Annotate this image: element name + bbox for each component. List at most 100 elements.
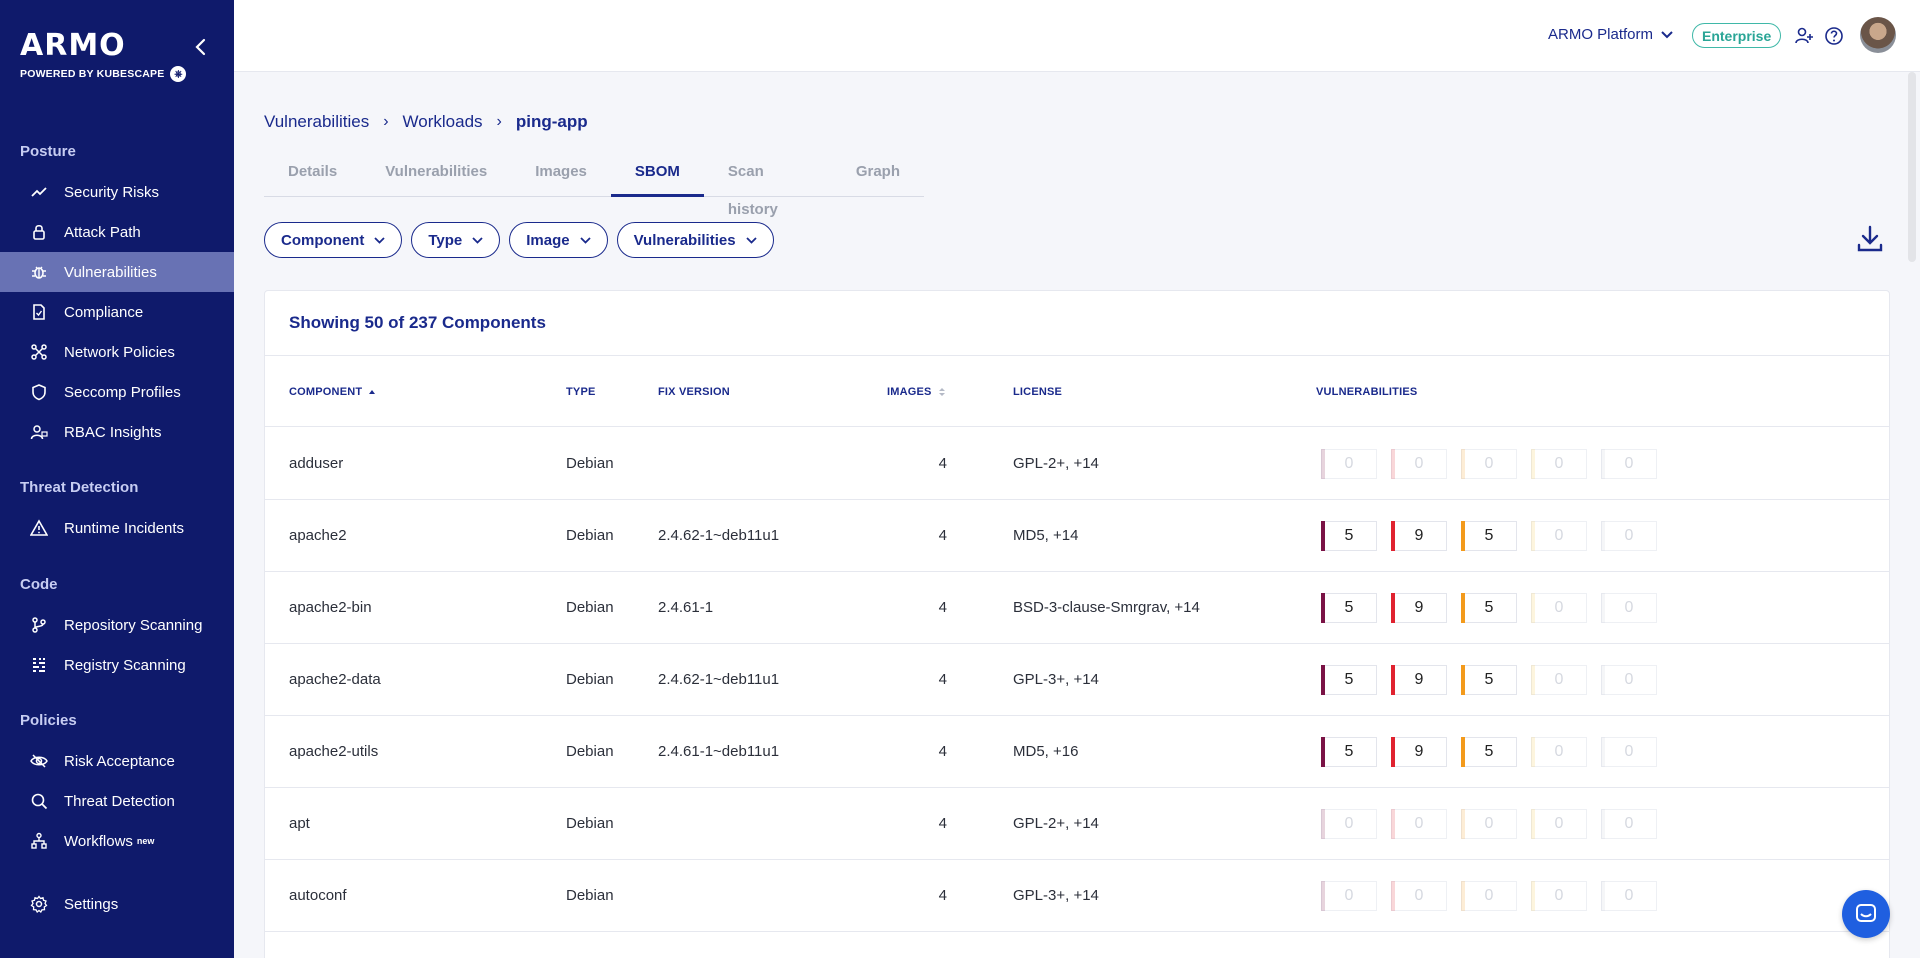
cell-license: GPL-3+, +14: [1013, 671, 1099, 688]
filter-image[interactable]: Image: [509, 222, 608, 258]
table-row[interactable]: apt Debian 4 GPL-2+, +14 0 0 0 0 0: [265, 788, 1889, 860]
tab-scan-history[interactable]: Scan history: [704, 153, 832, 218]
platform-selector[interactable]: ARMO Platform: [1548, 26, 1673, 43]
tab-graph[interactable]: Graph: [832, 153, 924, 197]
severity-count: 0: [1531, 809, 1587, 839]
cell-images: 4: [938, 527, 947, 544]
armo-logo[interactable]: ARMO POWERED BY KUBESCAPE ⎈: [20, 30, 187, 82]
severity-count: 5: [1321, 593, 1377, 623]
tab-details[interactable]: Details: [264, 153, 361, 197]
download-icon[interactable]: [1856, 224, 1884, 254]
tab-bar: Details Vulnerabilities Images SBOM Scan…: [264, 153, 924, 218]
document-icon: [33, 304, 45, 320]
cell-fix-version: 2.4.62-1~deb11u1: [658, 527, 780, 544]
sidebar-item-registry-scanning[interactable]: Registry Scanning: [0, 645, 234, 685]
collapse-sidebar-icon[interactable]: [192, 36, 210, 58]
sidebar-item-security-risks[interactable]: Security Risks: [0, 172, 234, 212]
user-avatar[interactable]: [1860, 17, 1896, 53]
add-user-icon[interactable]: [1794, 26, 1814, 46]
bug-icon: [32, 266, 46, 279]
severity-count: 5: [1461, 737, 1517, 767]
filter-image-label: Image: [526, 231, 570, 249]
help-icon[interactable]: [1824, 26, 1844, 46]
cell-fix-version: 2.4.61-1~deb11u1: [658, 743, 780, 760]
severity-count: 5: [1461, 665, 1517, 695]
severity-count: 0: [1531, 881, 1587, 911]
sidebar-item-compliance[interactable]: Compliance: [0, 292, 234, 332]
tab-images[interactable]: Images: [511, 153, 611, 197]
header-fix-version: FIX VERSION: [658, 386, 730, 398]
filter-vulnerabilities-label: Vulnerabilities: [633, 231, 736, 249]
sidebar-item-attack-path[interactable]: Attack Path: [0, 212, 234, 252]
cell-license: GPL-2+, +14: [1013, 815, 1099, 832]
chat-launcher[interactable]: [1842, 890, 1890, 938]
sidebar-item-threat-detection-policy[interactable]: Threat Detection: [0, 781, 234, 821]
logo-subtitle-text: POWERED BY KUBESCAPE: [20, 68, 165, 80]
sidebar-item-seccomp-profiles[interactable]: Seccomp Profiles: [0, 372, 234, 412]
cell-images: 4: [938, 455, 947, 472]
chevron-right-icon: ›: [383, 113, 389, 130]
table-row[interactable]: autoconf Debian 4 GPL-3+, +14 0 0 0 0 0: [265, 860, 1889, 932]
branch-icon: [32, 617, 46, 633]
severity-count: 9: [1391, 737, 1447, 767]
header-images[interactable]: IMAGES: [887, 386, 946, 398]
sidebar-item-vulnerabilities[interactable]: Vulnerabilities: [0, 252, 234, 292]
tab-sbom[interactable]: SBOM: [610, 153, 704, 197]
header-component[interactable]: COMPONENT: [289, 386, 376, 398]
cell-license: BSD-3-clause-Smrgrav, +14: [1013, 599, 1200, 616]
section-title-code: Code: [20, 576, 58, 593]
severity-count: 9: [1391, 665, 1447, 695]
cell-fix-version: 2.4.61-1: [658, 599, 714, 616]
tab-vulnerabilities[interactable]: Vulnerabilities: [361, 153, 511, 197]
cell-component: autoconf: [289, 887, 347, 904]
sidebar-item-network-policies[interactable]: Network Policies: [0, 332, 234, 372]
filter-component[interactable]: Component: [264, 222, 403, 258]
table-row[interactable]: apache2-bin Debian 2.4.61-1 4 BSD-3-clause-S…: [265, 572, 1889, 644]
sort-asc-icon: [369, 390, 376, 394]
sidebar-item-repository-scanning[interactable]: Repository Scanning: [0, 605, 234, 645]
sidebar-item-label: Network Policies: [64, 343, 175, 361]
table-row[interactable]: apache2-utils Debian 2.4.61-1~deb11u1 4 MD5,…: [265, 716, 1889, 788]
severity-count: 0: [1391, 881, 1447, 911]
sidebar-item-rbac-insights[interactable]: RBAC Insights: [0, 412, 234, 452]
sidebar-item-label: Attack Path: [64, 223, 141, 241]
sidebar-item-runtime-incidents[interactable]: Runtime Incidents: [0, 508, 234, 548]
sidebar-item-label: Workflows: [64, 832, 133, 850]
table-row[interactable]: adduser Debian 4 GPL-2+, +14 0 0 0 0 0: [265, 428, 1889, 500]
sidebar: ARMO POWERED BY KUBESCAPE ⎈ Posture Secur…: [0, 0, 234, 958]
header-component-label: COMPONENT: [289, 386, 363, 398]
cell-type: Debian: [566, 599, 614, 616]
sidebar-item-settings[interactable]: Settings: [0, 884, 234, 924]
severity-count: 0: [1601, 449, 1657, 479]
sidebar-item-risk-acceptance[interactable]: Risk Acceptance: [0, 741, 234, 781]
sidebar-item-workflows[interactable]: Workflows new: [0, 821, 234, 861]
severity-count: 0: [1461, 881, 1517, 911]
severity-count: 0: [1321, 881, 1377, 911]
cell-images: 4: [938, 671, 947, 688]
section-title-posture: Posture: [20, 143, 76, 160]
cell-license: MD5, +14: [1013, 527, 1079, 544]
severity-count: 0: [1391, 809, 1447, 839]
cell-images: 4: [938, 815, 947, 832]
severity-count: 0: [1601, 881, 1657, 911]
section-title-threat-detection: Threat Detection: [20, 479, 139, 496]
table-row[interactable]: apache2 Debian 2.4.62-1~deb11u1 4 MD5, +14 5 9…: [265, 500, 1889, 572]
table-row[interactable]: apache2-data Debian 2.4.62-1~deb11u1 4 GPL-3…: [265, 644, 1889, 716]
breadcrumb-workloads[interactable]: Workloads: [403, 112, 483, 132]
page-scrollbar[interactable]: [1908, 72, 1916, 262]
filter-type[interactable]: Type: [411, 222, 501, 258]
filter-bar: Component Type Image Vulnerabilities: [264, 222, 774, 258]
header-images-label: IMAGES: [887, 386, 932, 398]
cell-images: 4: [938, 599, 947, 616]
breadcrumb-current: ping-app: [515, 112, 588, 131]
cell-type: Debian: [566, 527, 614, 544]
filter-vulnerabilities[interactable]: Vulnerabilities: [616, 222, 774, 258]
breadcrumb-vulnerabilities[interactable]: Vulnerabilities: [264, 112, 369, 132]
header-type: TYPE: [566, 386, 596, 398]
severity-count: 0: [1321, 809, 1377, 839]
cell-images: 4: [938, 743, 947, 760]
header-vulnerabilities: VULNERABILITIES: [1316, 386, 1418, 398]
chevron-right-icon: ›: [496, 113, 502, 130]
chevron-down-icon: [374, 236, 385, 244]
severity-count: 5: [1461, 521, 1517, 551]
